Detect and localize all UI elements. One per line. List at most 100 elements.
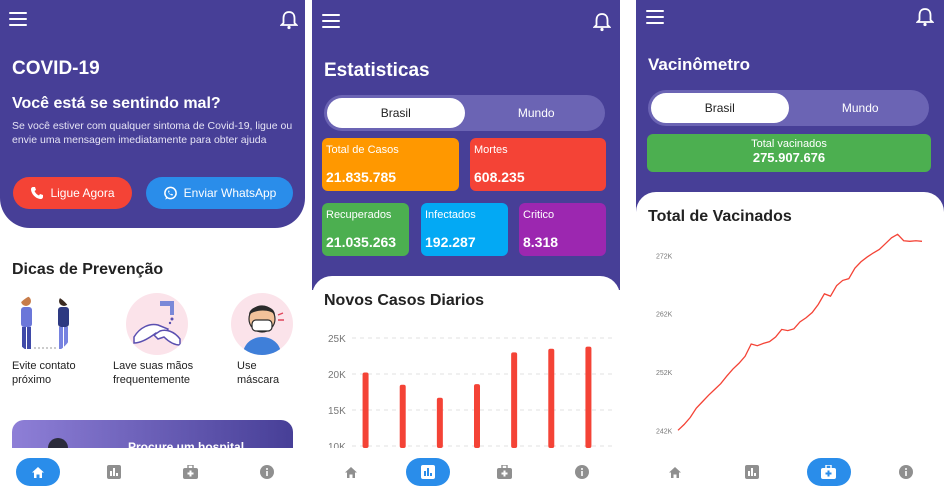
distance-illustration — [12, 293, 74, 355]
bell-icon[interactable] — [593, 12, 611, 32]
stat-label: Total de Casos — [326, 144, 399, 156]
stat-label: Mortes — [474, 144, 508, 156]
stat-recovered: Recuperados 21.035.263 — [322, 203, 409, 256]
call-button[interactable]: Ligue Agora — [13, 177, 132, 209]
home-icon — [32, 466, 45, 478]
page-title: Vacinômetro — [648, 55, 751, 74]
tip-label: Evite contato próximo — [12, 360, 76, 386]
menu-icon[interactable] — [9, 12, 27, 26]
nav-health[interactable] — [806, 458, 851, 486]
stats-screen: Estatisticas Brasil Mundo Total de Casos… — [312, 0, 620, 496]
chart-icon — [744, 465, 759, 479]
tip-wash-hands: Lave suas mãos frequentemente — [113, 293, 213, 387]
whatsapp-icon — [163, 186, 177, 200]
total-vaccinated-label: Total vacinados — [751, 138, 827, 150]
vaccine-header: Vacinômetro Brasil Mundo Total vacinados… — [636, 0, 944, 220]
stat-label: Critico — [523, 209, 555, 221]
chart-title: Novos Casos Diarios — [324, 292, 485, 309]
stat-infected: Infectados 192.287 — [421, 203, 508, 256]
vaccine-screen: Vacinômetro Brasil Mundo Total vacinados… — [636, 0, 944, 496]
bottom-nav — [312, 448, 620, 496]
nav-info[interactable] — [560, 458, 604, 486]
nav-stats[interactable] — [405, 458, 450, 486]
whatsapp-button-label: Enviar WhatsApp — [183, 186, 277, 200]
page-description: Se você estiver com qualquer sintoma de … — [12, 120, 293, 146]
stat-critical: Critico 8.318 — [519, 203, 606, 256]
total-vaccinated-box: Total vacinados 275.907.676 — [647, 134, 931, 172]
nav-info[interactable] — [884, 458, 928, 486]
page-title: Estatisticas — [324, 60, 430, 81]
nav-home[interactable] — [329, 458, 373, 486]
bar — [585, 346, 592, 448]
daily-cases-chart: 25K20K15K10K — [328, 334, 612, 448]
home-screen: COVID-19 Você está se sentindo mal? Se v… — [0, 0, 305, 496]
bar — [474, 384, 480, 448]
bell-icon[interactable] — [280, 10, 298, 30]
bell-icon[interactable] — [916, 7, 934, 27]
hands-illustration — [126, 293, 188, 355]
home-header: COVID-19 Você está se sentindo mal? Se v… — [0, 0, 305, 228]
y-tick-label: 15K — [328, 406, 346, 417]
toggle-mundo[interactable]: Mundo — [792, 90, 930, 126]
vaccinated-chart: 272K 262K 252K 242K — [656, 233, 923, 435]
toggle-brasil[interactable]: Brasil — [651, 93, 789, 123]
y-tick-label: 262K — [656, 312, 673, 319]
bar — [399, 384, 406, 448]
prevention-title: Dicas de Prevenção — [12, 261, 164, 278]
page-title: COVID-19 — [12, 58, 100, 79]
medical-kit-icon — [497, 465, 512, 479]
menu-icon[interactable] — [322, 14, 340, 28]
y-tick-label: 20K — [328, 370, 346, 381]
nav-home[interactable] — [653, 458, 697, 486]
tip-mask: Use máscara — [231, 293, 305, 387]
chart-icon — [107, 465, 122, 479]
total-vaccinated-value: 275.907.676 — [752, 150, 826, 165]
bar — [548, 348, 555, 448]
stat-value: 608.235 — [474, 169, 525, 185]
toggle-brasil[interactable]: Brasil — [327, 98, 465, 128]
nav-health[interactable] — [169, 458, 213, 486]
toggle-mundo[interactable]: Mundo — [468, 95, 606, 131]
nav-info[interactable] — [245, 458, 289, 486]
home-icon — [344, 466, 357, 478]
chart-title: Total de Vacinados — [648, 208, 792, 225]
stat-value: 21.035.263 — [326, 234, 397, 250]
y-tick-label: 242K — [656, 428, 673, 435]
tip-distance: Evite contato próximo — [12, 293, 112, 387]
chart-icon — [420, 465, 435, 479]
info-icon — [574, 465, 589, 479]
nav-home[interactable] — [16, 458, 61, 486]
bar — [436, 397, 443, 448]
bar — [511, 352, 518, 448]
stat-label: Infectados — [425, 209, 476, 221]
whatsapp-button[interactable]: Enviar WhatsApp — [146, 177, 293, 209]
menu-icon[interactable] — [646, 10, 664, 24]
medical-kit-icon — [183, 465, 199, 479]
info-icon — [259, 465, 274, 479]
stat-value: 21.835.785 — [326, 169, 397, 185]
info-icon — [898, 465, 913, 479]
stats-header: Estatisticas Brasil Mundo Total de Casos… — [312, 0, 620, 290]
bottom-nav — [0, 448, 305, 496]
mask-illustration — [231, 293, 293, 355]
nav-stats[interactable] — [92, 458, 136, 486]
bar — [362, 372, 369, 448]
stat-value: 8.318 — [523, 234, 559, 250]
region-toggle: Brasil Mundo — [648, 90, 929, 126]
stat-label: Recuperados — [326, 209, 392, 221]
call-button-label: Ligue Agora — [50, 186, 115, 200]
tip-label: Lave suas mãos frequentemente — [113, 360, 194, 386]
nav-health[interactable] — [483, 458, 527, 486]
y-tick-label: 272K — [656, 253, 673, 260]
stat-value: 192.287 — [425, 234, 476, 250]
y-tick-label: 25K — [328, 334, 346, 345]
tip-label: Use máscara — [237, 360, 280, 386]
bottom-nav — [636, 448, 944, 496]
series-line — [677, 233, 923, 431]
page-subtitle: Você está se sentindo mal? — [12, 95, 221, 112]
region-toggle: Brasil Mundo — [324, 95, 605, 131]
stat-total-cases: Total de Casos 21.835.785 — [322, 138, 459, 191]
stat-deaths: Mortes 608.235 — [470, 138, 606, 191]
medical-kit-icon — [821, 465, 836, 479]
nav-stats[interactable] — [730, 458, 774, 486]
